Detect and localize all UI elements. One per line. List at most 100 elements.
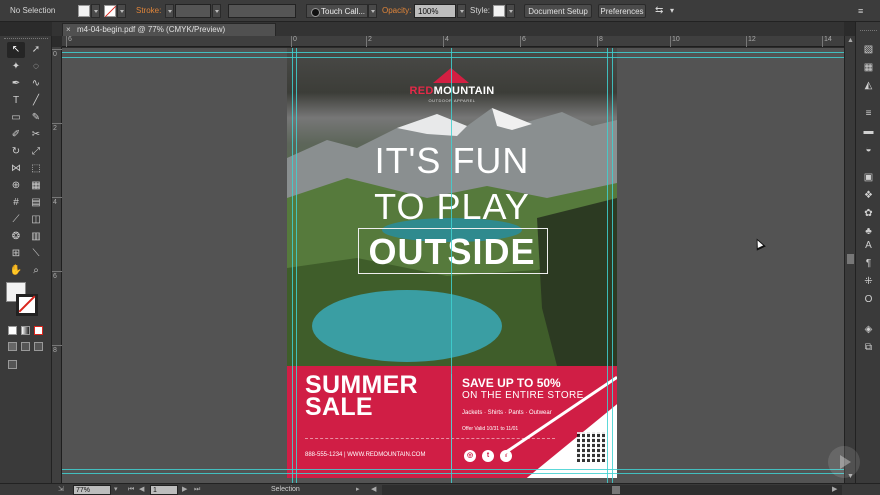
horizontal-scroll-thumb[interactable]: [612, 486, 620, 494]
scroll-right-icon[interactable]: ▶: [832, 485, 837, 495]
color-mode-icon[interactable]: [8, 326, 17, 335]
curvature-icon[interactable]: ∿: [27, 76, 45, 92]
mesh-icon[interactable]: #: [7, 195, 25, 211]
slice-icon[interactable]: ⟍: [27, 246, 45, 262]
canvas[interactable]: REDMOUNTAIN OUTDOOR APPAREL IT'S FUN TO …: [62, 48, 844, 483]
shape-builder-icon[interactable]: ⊕: [7, 178, 25, 194]
draw-behind-icon[interactable]: [21, 342, 30, 351]
free-transform-icon[interactable]: ⬚: [27, 161, 45, 177]
vertical-ruler[interactable]: 0 2 4 6 8: [52, 47, 62, 483]
opentype-icon[interactable]: O: [861, 292, 876, 307]
blend-icon[interactable]: ◫: [27, 212, 45, 228]
brushes-icon[interactable]: ✿: [861, 206, 876, 221]
previous-artboard-icon[interactable]: ◀: [139, 485, 144, 495]
type-icon[interactable]: T: [7, 93, 25, 109]
opacity-label[interactable]: Opacity:: [382, 4, 411, 18]
export-icon[interactable]: ⇲: [58, 485, 64, 495]
rectangle-icon[interactable]: ▭: [7, 110, 25, 126]
stroke-swatch[interactable]: [104, 5, 116, 17]
stroke-weight-input[interactable]: [175, 4, 211, 18]
glyphs-icon[interactable]: ⁜: [861, 274, 876, 289]
column-graph-icon[interactable]: ▥: [27, 229, 45, 245]
guide-horizontal[interactable]: [62, 52, 844, 53]
symbols-icon[interactable]: ♣: [861, 224, 876, 239]
scroll-left-icon[interactable]: ◀: [371, 485, 376, 495]
opacity-dropdown[interactable]: [457, 4, 466, 18]
draw-inside-icon[interactable]: [34, 342, 43, 351]
gradient-mode-icon[interactable]: [21, 326, 30, 335]
symbol-sprayer-icon[interactable]: ❂: [7, 229, 25, 245]
brush-definition[interactable]: Touch Call...: [306, 4, 368, 18]
scale-icon[interactable]: ⤢: [27, 144, 45, 160]
artboard[interactable]: REDMOUNTAIN OUTDOOR APPAREL IT'S FUN TO …: [287, 48, 617, 478]
fill-dropdown[interactable]: [91, 4, 100, 18]
scroll-up-icon[interactable]: ▲: [847, 37, 854, 44]
guide-horizontal[interactable]: [62, 469, 844, 470]
opacity-input[interactable]: 100%: [414, 4, 456, 18]
none-mode-icon[interactable]: [34, 326, 43, 335]
guide-vertical[interactable]: [451, 48, 452, 483]
stroke-label[interactable]: Stroke:: [136, 4, 161, 18]
dock-grip[interactable]: [860, 30, 877, 33]
next-artboard-icon[interactable]: ▶: [182, 485, 187, 495]
stroke-weight-stepper[interactable]: [165, 4, 174, 18]
guide-vertical[interactable]: [296, 48, 297, 483]
shaper-icon[interactable]: ✐: [7, 127, 25, 143]
status-mode[interactable]: Selection: [271, 485, 300, 495]
zoom-icon[interactable]: ⌕: [27, 263, 45, 279]
tools-grip[interactable]: [4, 38, 48, 41]
graphic-styles-icon[interactable]: ❖: [861, 188, 876, 203]
guide-vertical[interactable]: [612, 48, 613, 483]
vertical-scrollbar[interactable]: ▲ ▼: [844, 36, 855, 483]
variable-width-profile[interactable]: [228, 4, 296, 18]
control-menu-icon[interactable]: ▾: [670, 4, 674, 18]
guide-horizontal[interactable]: [62, 57, 844, 58]
pen-icon[interactable]: ✒: [7, 76, 25, 92]
artboard-number-field[interactable]: 1: [150, 485, 178, 495]
horizontal-scrollbar[interactable]: [382, 485, 842, 495]
last-artboard-icon[interactable]: ⏭: [194, 485, 200, 495]
guide-horizontal[interactable]: [62, 473, 844, 474]
style-dropdown[interactable]: [506, 4, 515, 18]
swatches-icon[interactable]: ◭: [861, 78, 876, 93]
brush-dropdown[interactable]: [368, 4, 377, 18]
guide-vertical[interactable]: [292, 48, 293, 483]
color-guide-icon[interactable]: ▦: [861, 60, 876, 75]
stroke-color-swatch[interactable]: [16, 294, 38, 316]
close-tab-icon[interactable]: ×: [66, 24, 71, 36]
horizontal-ruler[interactable]: 6 0 2 4 6 8 10 12 14: [62, 36, 844, 47]
paintbrush-icon[interactable]: ✎: [27, 110, 45, 126]
appearance-icon[interactable]: ▣: [861, 170, 876, 185]
guide-vertical[interactable]: [607, 48, 608, 483]
eraser-icon[interactable]: ✂: [27, 127, 45, 143]
first-artboard-icon[interactable]: ⏮: [128, 485, 134, 495]
color-panel-icon[interactable]: ▧: [861, 42, 876, 57]
line-icon[interactable]: ╱: [27, 93, 45, 109]
magic-wand-icon[interactable]: ✦: [7, 59, 25, 75]
fill-swatch[interactable]: [78, 5, 90, 17]
direct-selection-icon[interactable]: ➚: [27, 42, 45, 58]
artboard-icon[interactable]: ⊞: [7, 246, 25, 262]
draw-normal-icon[interactable]: [8, 342, 17, 351]
eyedropper-icon[interactable]: ⟋: [7, 212, 25, 228]
hand-icon[interactable]: ✋: [7, 263, 25, 279]
zoom-dropdown-icon[interactable]: ▾: [114, 485, 118, 495]
stroke-icon[interactable]: ≡: [861, 106, 876, 121]
rotate-icon[interactable]: ↻: [7, 144, 25, 160]
stroke-weight-dropdown[interactable]: [212, 4, 221, 18]
style-swatch[interactable]: [493, 5, 505, 17]
paragraph-icon[interactable]: ¶: [861, 256, 876, 271]
transparency-icon[interactable]: ◒: [861, 142, 876, 157]
character-icon[interactable]: A: [861, 238, 876, 253]
layers-icon[interactable]: ◈: [861, 322, 876, 337]
preferences-button[interactable]: Preferences: [598, 4, 646, 18]
status-menu-icon[interactable]: ▸: [356, 485, 360, 495]
arrange-documents-icon[interactable]: ⇆: [655, 4, 663, 18]
zoom-field[interactable]: 77%: [73, 485, 111, 495]
gradient-icon[interactable]: ▤: [27, 195, 45, 211]
panel-menu-icon[interactable]: ≡: [858, 4, 863, 18]
document-tab[interactable]: × m4-04-begin.pdf @ 77% (CMYK/Preview): [62, 23, 276, 36]
artboards-panel-icon[interactable]: ⧉: [861, 340, 876, 355]
stroke-dropdown[interactable]: [117, 4, 126, 18]
screen-mode-icon[interactable]: [8, 360, 17, 369]
